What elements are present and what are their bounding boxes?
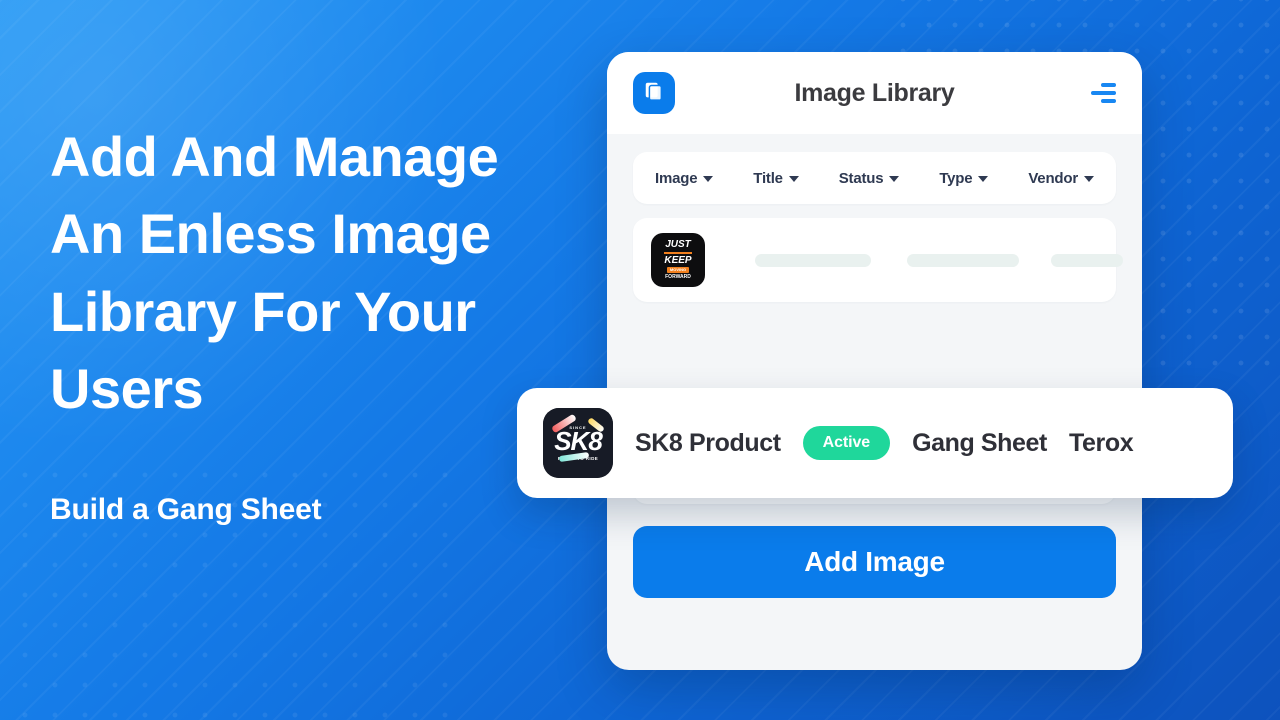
thumb-text-line: FORWARD (665, 274, 691, 280)
chevron-down-icon (1083, 176, 1094, 182)
filter-label: Image (655, 169, 698, 187)
sk8-product-thumbnail: SINCE SK8 READY TO RIDE (543, 408, 613, 478)
page-title: Add And Manage An Enless Image Library F… (50, 125, 499, 420)
app-logo (633, 72, 675, 114)
chevron-down-icon (978, 176, 989, 182)
hamburger-menu-icon[interactable] (1090, 83, 1116, 103)
hamburger-line (1101, 83, 1116, 87)
highlighted-table-row[interactable]: SINCE SK8 READY TO RIDE SK8 Product Acti… (517, 388, 1233, 498)
filter-status[interactable]: Status (839, 170, 900, 187)
just-keep-moving-forward-thumbnail: JUST KEEP MOVING FORWARD (651, 233, 705, 287)
filter-title[interactable]: Title (753, 170, 799, 187)
row-vendor: Terox (1068, 428, 1134, 457)
row-type: Gang Sheet (912, 428, 1047, 457)
placeholder-bar (1051, 253, 1123, 267)
filter-label: Status (838, 169, 884, 187)
placeholder-bar (755, 253, 871, 267)
add-image-button[interactable]: Add Image (633, 526, 1116, 598)
filter-label: Vendor (1028, 169, 1078, 187)
chevron-down-icon (889, 176, 900, 182)
hero-copy: Add And Manage An Enless Image Library F… (50, 118, 520, 527)
filter-bar: Image Title Status Type Vendor (633, 152, 1116, 204)
hamburger-line (1101, 99, 1116, 103)
filter-image[interactable]: Image (655, 169, 714, 187)
thumb-main-text: SK8 (554, 425, 603, 456)
filter-type[interactable]: Type (939, 169, 989, 187)
filter-label: Type (939, 169, 973, 187)
thumb-divider (664, 252, 692, 254)
status-badge: Active (802, 426, 891, 460)
placeholder-bar (907, 253, 1019, 267)
copy-pages-icon (643, 80, 665, 107)
thumb-text-line: JUST (665, 239, 691, 250)
hamburger-line (1091, 91, 1116, 95)
image-library-card: Image Library Image Title Status Type Ve… (517, 52, 1233, 670)
chevron-down-icon (703, 176, 714, 182)
filter-label: Title (753, 169, 783, 187)
hero-subtitle: Build a Gang Sheet (50, 493, 322, 527)
thumb-text-line: MOVING (666, 267, 690, 273)
app-header: Image Library (607, 52, 1142, 134)
filter-vendor[interactable]: Vendor (1028, 170, 1094, 187)
row-placeholder-group (721, 253, 1123, 267)
row-title: SK8 Product (635, 428, 781, 457)
chevron-down-icon (788, 176, 799, 182)
app-title: Image Library (794, 78, 955, 107)
table-row[interactable]: JUST KEEP MOVING FORWARD (633, 218, 1123, 302)
thumb-text-line: KEEP (664, 255, 692, 266)
